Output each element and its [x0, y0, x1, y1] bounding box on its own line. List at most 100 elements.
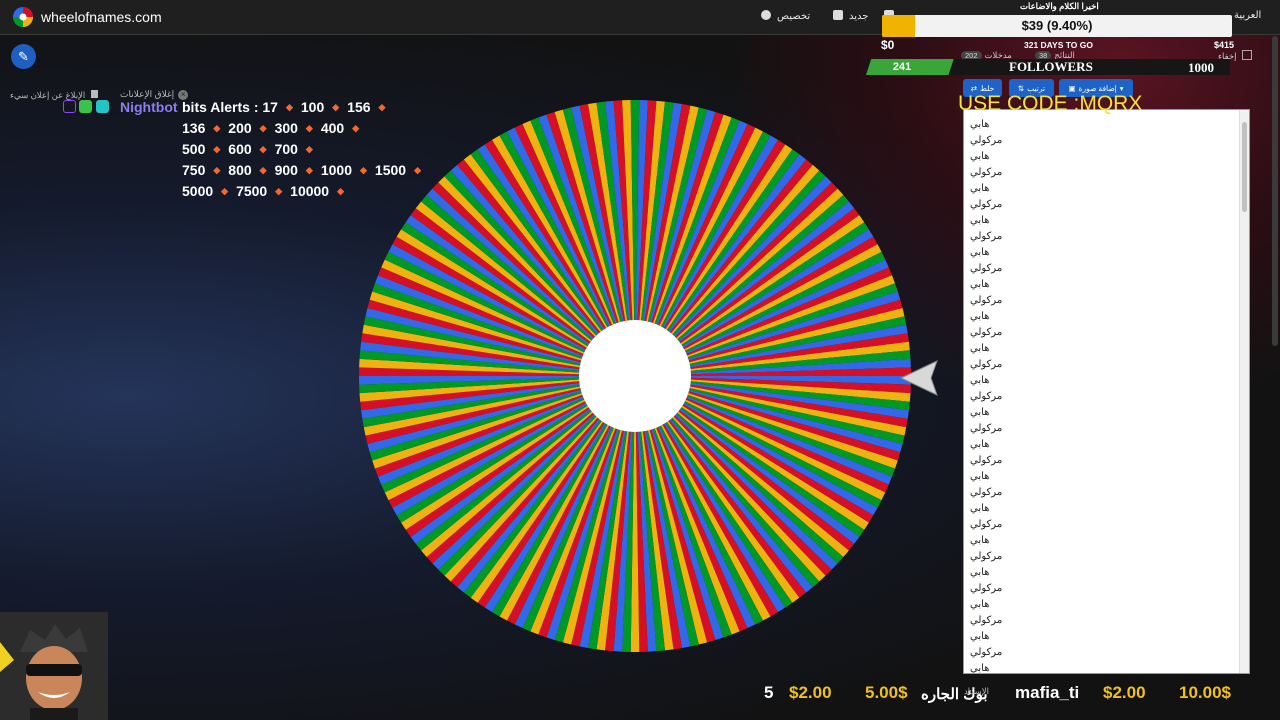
goal-title: اخيرا الكلام والاضاعات [1020, 1, 1099, 11]
entry-item: مركولي [970, 231, 1003, 242]
entry-item: هابي [970, 119, 990, 130]
bits-value: 7500 [236, 183, 268, 199]
entry-item: هابي [970, 631, 990, 642]
bits-value: 136 [182, 120, 206, 136]
new-file-icon [833, 10, 843, 20]
ticker-item-3-amount: $2.00 [1103, 683, 1146, 702]
entries-list: هابي مركولي هابي مركولي هابي مركولي هابي مركولي… [970, 117, 1003, 674]
followers-target: 1000 [1188, 60, 1214, 75]
customize-label: تخصيص [777, 11, 811, 22]
entry-item: هابي [970, 247, 990, 258]
entry-item: هابي [970, 407, 990, 418]
bits-value: 600 [228, 141, 252, 157]
new-label: جديد [849, 11, 869, 22]
new-button[interactable]: جديد [833, 10, 868, 22]
entry-item: هابي [970, 215, 990, 226]
followers-count: 241 [892, 61, 912, 73]
entry-item: مركولي [970, 551, 1003, 562]
language-selector[interactable]: العربية [1234, 10, 1261, 21]
ticker-item-4-amount: 10.00$ [1179, 683, 1231, 702]
ticker-item-1-amount: $2.00 [789, 683, 832, 702]
entries-textbox[interactable]: هابي مركولي هابي مركولي هابي مركولي هابي مركولي… [963, 109, 1250, 674]
goal-max: $415 [1214, 40, 1235, 50]
bits-alerts-row-2: 136 ◆ 200 ◆ 300 ◆ 400 ◆ [182, 120, 360, 136]
entry-item: مركولي [970, 167, 1003, 178]
entry-item: مركولي [970, 359, 1003, 370]
goal-min: $0 [881, 38, 895, 52]
bits-value: 700 [274, 141, 298, 157]
bits-alerts-row-5: 5000 ◆ 7500 ◆ 10000 ◆ [182, 183, 345, 199]
wheel-logo-icon[interactable] [12, 6, 34, 28]
bits-value: 750 [182, 162, 206, 178]
entry-item: هابي [970, 503, 990, 514]
entry-item: هابي [970, 375, 990, 386]
entry-item: هابي [970, 343, 990, 354]
twitch-icon [63, 100, 76, 113]
bits-value: 900 [274, 162, 298, 178]
entry-item: هابي [970, 567, 990, 578]
entry-item: هابي [970, 151, 990, 162]
edit-pencil-button[interactable]: ✎ [11, 44, 36, 69]
wheel-pointer-icon [899, 360, 938, 396]
bits-value: 5000 [182, 183, 214, 199]
site-title[interactable]: wheelofnames.com [41, 9, 162, 25]
nightbot-label: Nightbot [120, 99, 178, 115]
streamer-avatar [0, 612, 108, 720]
wheel-graphic[interactable] [357, 98, 913, 654]
bits-value: 10000 [290, 183, 330, 199]
bits-value: 300 [274, 120, 298, 136]
entries-scrollbar-thumb[interactable] [1242, 122, 1247, 212]
ticker-sponsor-label: الإسداد [964, 686, 989, 696]
entry-item: هابي [970, 599, 990, 610]
followers-label: FOLLOWERS [1009, 59, 1093, 74]
entry-item: هابي [970, 439, 990, 450]
wheel-center-button[interactable] [579, 320, 691, 432]
close-ads-label: إغلاق الإعلانات [120, 89, 175, 99]
hide-checkbox[interactable] [1241, 50, 1252, 60]
language-label: العربية [1234, 10, 1262, 21]
bits-value: 1000 [320, 162, 352, 178]
entry-item: مركولي [970, 615, 1003, 626]
bot-icon [96, 100, 109, 113]
customize-button[interactable]: تخصيص [761, 10, 810, 22]
ticker-item-2-amount: 5.00$ [865, 683, 908, 702]
streamlabs-icon [79, 100, 92, 113]
entry-item: هابي [970, 535, 990, 546]
code-overlay: USE CODE :MQRX [958, 92, 1143, 115]
goal-amount: $39 (9.40%) [1021, 18, 1093, 33]
entries-scrollbar[interactable] [1239, 110, 1249, 673]
bits-value: 200 [228, 120, 252, 136]
entry-item: مركولي [970, 487, 1003, 498]
entry-item: مركولي [970, 135, 1003, 146]
bits-alerts-title: bits Alerts : 17 [182, 99, 278, 115]
goal-days-to-go: 321 DAYS TO GO [1024, 40, 1093, 50]
palette-icon [761, 10, 771, 20]
report-ad-label: الإبلاغ عن إعلان سيء [10, 90, 86, 100]
bits-value: 100 [300, 99, 325, 115]
entry-item: هابي [970, 663, 990, 674]
bits-value: 800 [228, 162, 252, 178]
entry-item: مركولي [970, 455, 1003, 466]
entry-item: مركولي [970, 391, 1003, 402]
entry-item: مركولي [970, 647, 1003, 658]
page-scrollbar[interactable] [1272, 36, 1278, 346]
bits-value: 500 [182, 141, 206, 157]
entry-item: هابي [970, 279, 990, 290]
entry-item: مركولي [970, 199, 1003, 210]
pencil-icon: ✎ [18, 48, 29, 64]
goal-progress-bar: $39 (9.40%) [882, 15, 1232, 37]
ticker-item-1-prefix: 5 [764, 683, 774, 702]
entry-item: مركولي [970, 519, 1003, 530]
flag-icon [90, 90, 98, 98]
spin-wheel[interactable] [357, 98, 913, 654]
entry-item: هابي [970, 311, 990, 322]
bits-value: 400 [320, 120, 345, 136]
bits-alerts-row-3: 500 ◆ 600 ◆ 700 ◆ [182, 141, 313, 157]
entry-item: مركولي [970, 263, 1003, 274]
entry-item: مركولي [970, 583, 1003, 594]
entry-item: مركولي [970, 327, 1003, 338]
entry-item: مركولي [970, 423, 1003, 434]
entry-item: مركولي [970, 295, 1003, 306]
entry-item: هابي [970, 471, 990, 482]
ticker-item-3-name: mafia_ti [1015, 683, 1080, 702]
